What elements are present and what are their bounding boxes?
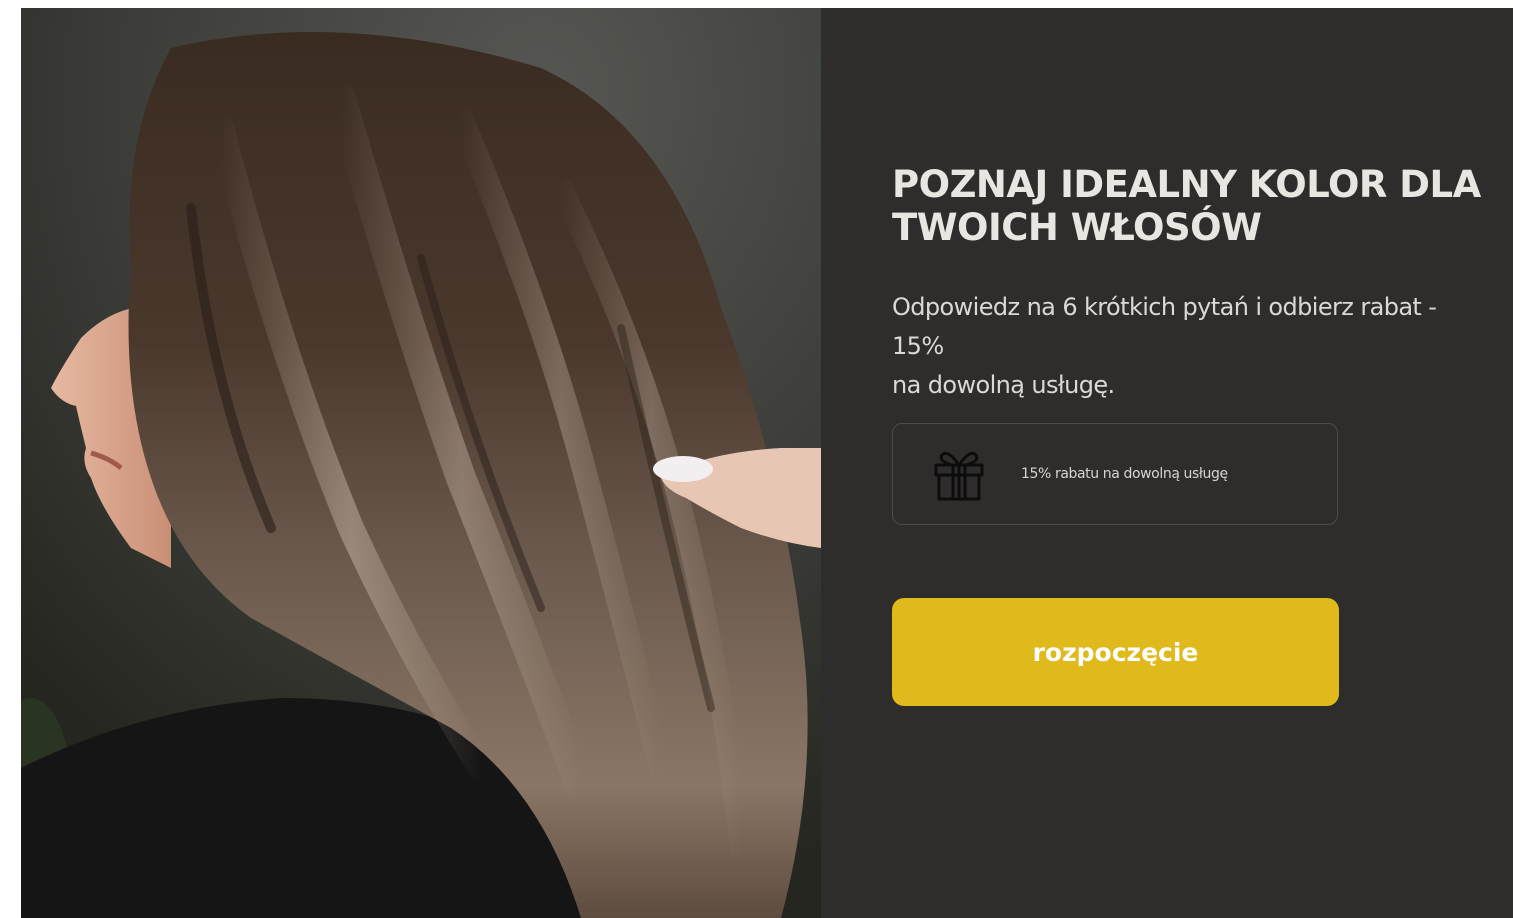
hero-photo	[21, 8, 821, 918]
start-quiz-button[interactable]: rozpoczęcie	[892, 598, 1339, 706]
hero-section: POZNAJ IDEALNY KOLOR DLA TWOICH WŁOSÓW O…	[21, 8, 1513, 918]
offer-description-line: 15%	[892, 332, 944, 360]
page-title: POZNAJ IDEALNY KOLOR DLA TWOICH WŁOSÓW	[892, 163, 1481, 249]
discount-card: 15% rabatu na dowolną usługę	[892, 423, 1338, 525]
gift-icon	[929, 444, 989, 504]
discount-label: 15% rabatu na dowolną usługę	[1021, 466, 1228, 482]
offer-description-line: na dowolną usługę.	[892, 371, 1115, 399]
offer-description: Odpowiedz na 6 krótkich pytań i odbierz …	[892, 288, 1513, 405]
offer-description-line: Odpowiedz na 6 krótkich pytań i odbierz …	[892, 293, 1437, 321]
hair-model-image	[21, 8, 821, 918]
offer-panel: POZNAJ IDEALNY KOLOR DLA TWOICH WŁOSÓW O…	[821, 8, 1513, 918]
